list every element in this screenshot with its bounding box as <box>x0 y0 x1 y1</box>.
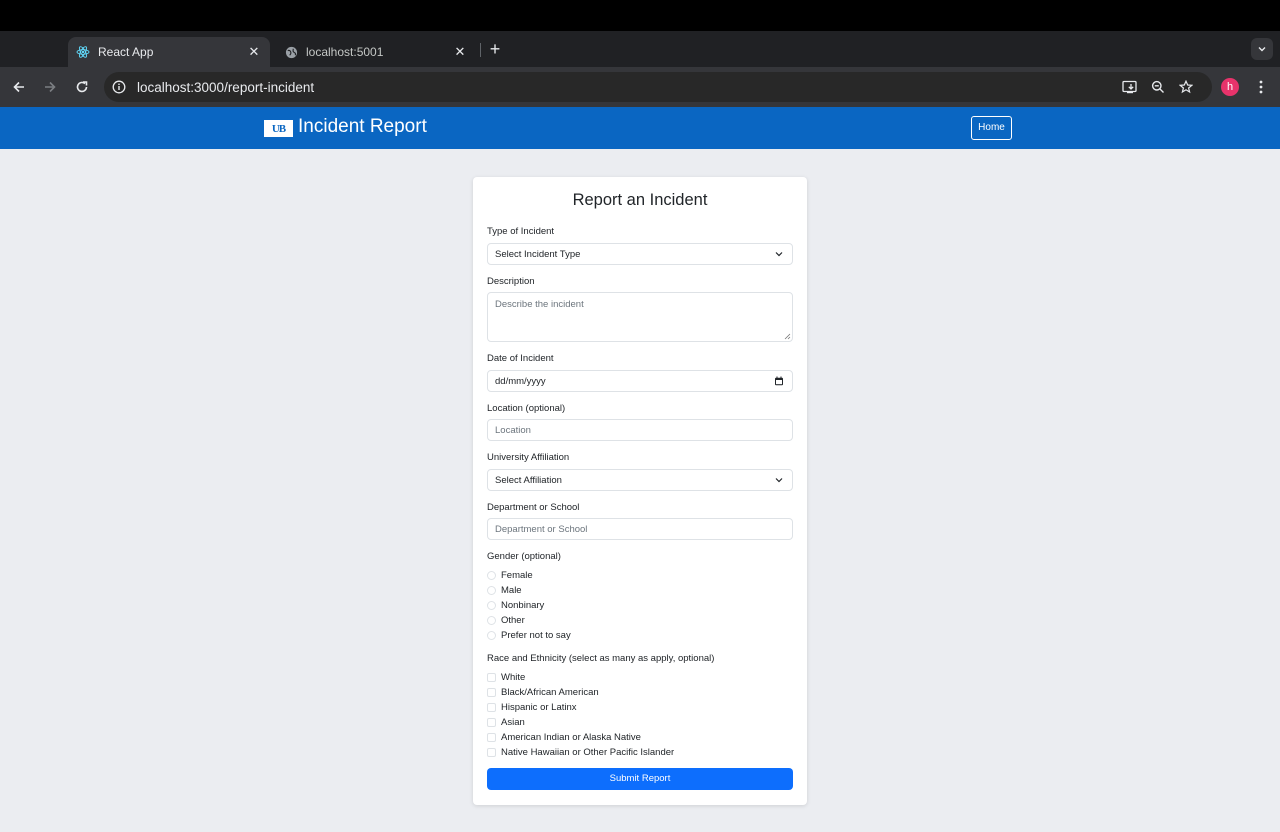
radio-button[interactable] <box>487 630 496 640</box>
affiliation-label: University Affiliation <box>487 452 570 463</box>
tab-title: localhost:5001 <box>306 45 384 59</box>
back-icon[interactable] <box>8 76 30 98</box>
reload-icon[interactable] <box>71 76 93 98</box>
description-label: Description <box>487 276 535 287</box>
address-bar[interactable]: localhost:3000/report-incident <box>104 72 1212 102</box>
tab-search-icon[interactable] <box>1251 38 1273 60</box>
checkbox[interactable] <box>487 732 496 742</box>
ub-logo: UB <box>264 120 293 137</box>
close-icon[interactable]: ✕ <box>246 44 262 60</box>
profile-avatar[interactable]: h <box>1221 78 1239 96</box>
calendar-icon[interactable] <box>774 376 784 386</box>
description-textarea[interactable]: Describe the incident <box>487 292 793 342</box>
checkbox[interactable] <box>487 672 496 682</box>
race-option-pacific-islander[interactable]: Native Hawaiian or Other Pacific Islande… <box>487 746 674 758</box>
chevron-down-icon <box>775 252 783 257</box>
incident-type-select[interactable]: Select Incident Type <box>487 243 793 265</box>
install-app-icon[interactable] <box>1119 76 1141 98</box>
tab-localhost-5001[interactable]: localhost:5001 ✕ <box>276 37 476 67</box>
forward-icon[interactable] <box>39 76 61 98</box>
info-icon[interactable] <box>112 80 126 94</box>
app-page: UB Incident Report Home Report an Incide… <box>0 107 1280 832</box>
race-option-american-indian[interactable]: American Indian or Alaska Native <box>487 731 641 743</box>
date-input[interactable]: dd/mm/yyyy <box>487 370 793 392</box>
form-title: Report an Incident <box>572 191 708 209</box>
zoom-icon[interactable] <box>1147 76 1169 98</box>
close-icon[interactable]: ✕ <box>452 44 468 60</box>
incident-form-card: Report an Incident Type of Incident Sele… <box>473 177 807 805</box>
race-option-asian[interactable]: Asian <box>487 716 525 728</box>
department-placeholder: Department or School <box>495 523 588 535</box>
radio-button[interactable] <box>487 615 496 625</box>
department-input[interactable]: Department or School <box>487 518 793 540</box>
location-placeholder: Location <box>495 424 531 436</box>
checkbox[interactable] <box>487 747 496 757</box>
date-label: Date of Incident <box>487 353 554 364</box>
affiliation-select[interactable]: Select Affiliation <box>487 469 793 491</box>
description-placeholder: Describe the incident <box>495 299 584 310</box>
tab-separator <box>480 43 481 57</box>
gender-option-female[interactable]: Female <box>487 569 533 581</box>
department-label: Department or School <box>487 502 580 513</box>
gender-option-male[interactable]: Male <box>487 584 522 596</box>
affiliation-value: Select Affiliation <box>495 474 562 486</box>
date-value: dd/mm/yyyy <box>495 375 546 387</box>
window-top-bar <box>0 0 1280 31</box>
more-menu-icon[interactable] <box>1252 76 1270 98</box>
location-label: Location (optional) <box>487 403 566 414</box>
incident-type-label: Type of Incident <box>487 226 555 237</box>
app-header: UB Incident Report Home <box>0 107 1280 149</box>
chevron-down-icon <box>775 478 783 483</box>
gender-option-prefer-not[interactable]: Prefer not to say <box>487 629 571 641</box>
gender-option-other[interactable]: Other <box>487 614 525 626</box>
checkbox[interactable] <box>487 687 496 697</box>
app-title: Incident Report <box>298 116 427 137</box>
submit-report-button[interactable]: Submit Report <box>487 768 793 790</box>
tab-react-app[interactable]: React App ✕ <box>68 37 270 67</box>
radio-button[interactable] <box>487 570 496 580</box>
new-tab-icon[interactable]: + <box>486 40 504 58</box>
incident-type-value: Select Incident Type <box>495 248 581 260</box>
browser-toolbar: localhost:3000/report-incident h <box>0 67 1280 107</box>
checkbox[interactable] <box>487 717 496 727</box>
resize-handle-icon[interactable] <box>784 333 791 340</box>
radio-button[interactable] <box>487 585 496 595</box>
radio-button[interactable] <box>487 600 496 610</box>
url-text: localhost:3000/report-incident <box>137 79 315 95</box>
race-option-white[interactable]: White <box>487 671 525 683</box>
race-option-black[interactable]: Black/African American <box>487 686 599 698</box>
bookmark-star-icon[interactable] <box>1175 76 1197 98</box>
gender-label: Gender (optional) <box>487 551 561 562</box>
tab-title: React App <box>98 45 154 59</box>
globe-icon <box>284 45 298 59</box>
race-label: Race and Ethnicity (select as many as ap… <box>487 653 715 664</box>
race-option-hispanic[interactable]: Hispanic or Latinx <box>487 701 577 713</box>
home-button[interactable]: Home <box>971 116 1012 140</box>
tab-strip: React App ✕ localhost:5001 ✕ <box>0 31 1280 67</box>
gender-option-nonbinary[interactable]: Nonbinary <box>487 599 544 611</box>
checkbox[interactable] <box>487 702 496 712</box>
react-icon <box>76 45 90 59</box>
location-input[interactable]: Location <box>487 419 793 441</box>
